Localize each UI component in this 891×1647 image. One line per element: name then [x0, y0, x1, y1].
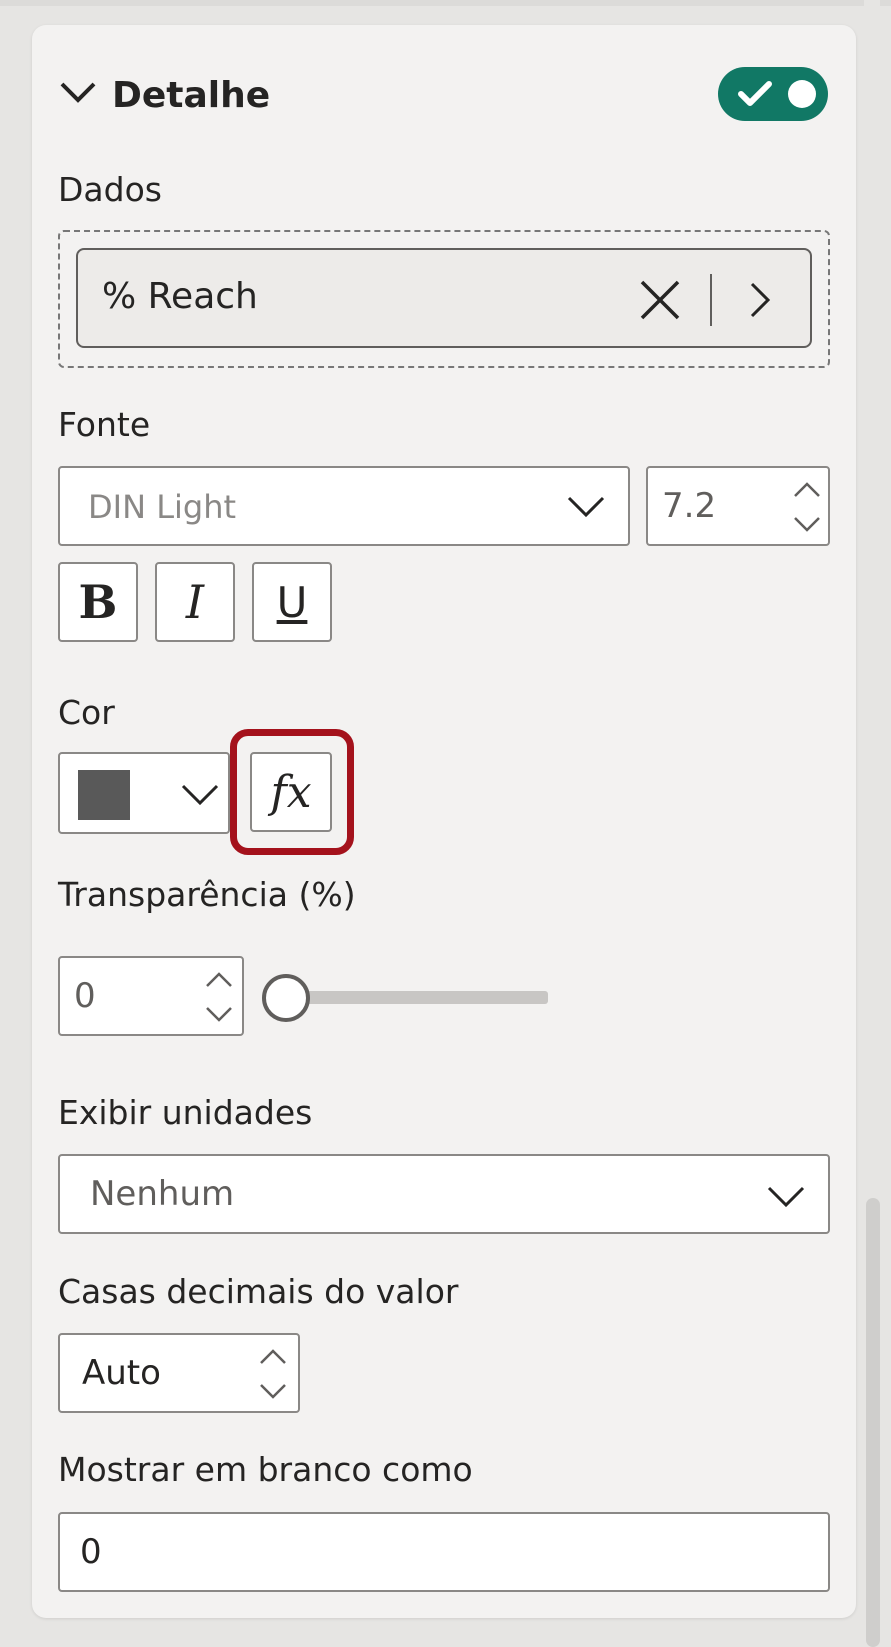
spin-arrows-icon[interactable]	[204, 968, 234, 1030]
blank-input[interactable]: 0	[58, 1512, 830, 1592]
pill-divider	[710, 274, 712, 326]
transparency-stepper[interactable]: 0	[58, 956, 244, 1036]
chevron-down-icon	[180, 782, 220, 812]
field-pill[interactable]: % Reach	[76, 248, 812, 348]
font-family-dropdown[interactable]: DIN Light	[58, 466, 630, 546]
bold-button[interactable]: B	[58, 562, 138, 642]
font-label: Fonte	[58, 405, 151, 444]
blank-label: Mostrar em branco como	[58, 1450, 473, 1489]
toggle-knob	[788, 80, 816, 108]
close-icon[interactable]	[638, 278, 682, 326]
check-icon	[738, 80, 772, 112]
color-picker[interactable]	[58, 752, 230, 834]
color-swatch	[78, 770, 130, 820]
decimals-stepper[interactable]: Auto	[58, 1333, 300, 1413]
display-units-value: Nenhum	[90, 1174, 235, 1214]
section-header-detalhe[interactable]: Detalhe	[58, 70, 270, 120]
display-units-label: Exibir unidades	[58, 1093, 313, 1132]
transparency-value: 0	[74, 976, 96, 1016]
transparency-slider-thumb[interactable]	[262, 974, 310, 1022]
transparency-slider-track[interactable]	[284, 991, 548, 1004]
display-units-dropdown[interactable]: Nenhum	[58, 1154, 830, 1234]
scrollbar-thumb[interactable]	[866, 1198, 880, 1647]
fx-button[interactable]: fx	[250, 752, 332, 832]
underline-button[interactable]: U	[252, 562, 332, 642]
section-toggle[interactable]	[718, 67, 828, 121]
decimals-label: Casas decimais do valor	[58, 1272, 459, 1311]
transparency-label: Transparência (%)	[58, 875, 356, 914]
chevron-down-icon	[566, 494, 606, 524]
font-size-stepper[interactable]: 7.2	[646, 466, 830, 546]
decimals-value: Auto	[82, 1353, 161, 1393]
chevron-right-icon[interactable]	[748, 280, 772, 324]
spin-arrows-icon[interactable]	[258, 1345, 288, 1407]
color-label: Cor	[58, 693, 115, 732]
field-name: % Reach	[102, 276, 258, 317]
spin-arrows-icon[interactable]	[792, 478, 822, 540]
data-label: Dados	[58, 170, 162, 209]
section-title: Detalhe	[112, 74, 271, 116]
font-size-value: 7.2	[662, 486, 717, 526]
top-edge	[0, 0, 891, 6]
chevron-down-icon	[58, 78, 98, 112]
italic-button[interactable]: I	[155, 562, 235, 642]
font-family-value: DIN Light	[88, 488, 237, 526]
blank-value: 0	[80, 1532, 102, 1572]
chevron-down-icon	[766, 1184, 806, 1214]
